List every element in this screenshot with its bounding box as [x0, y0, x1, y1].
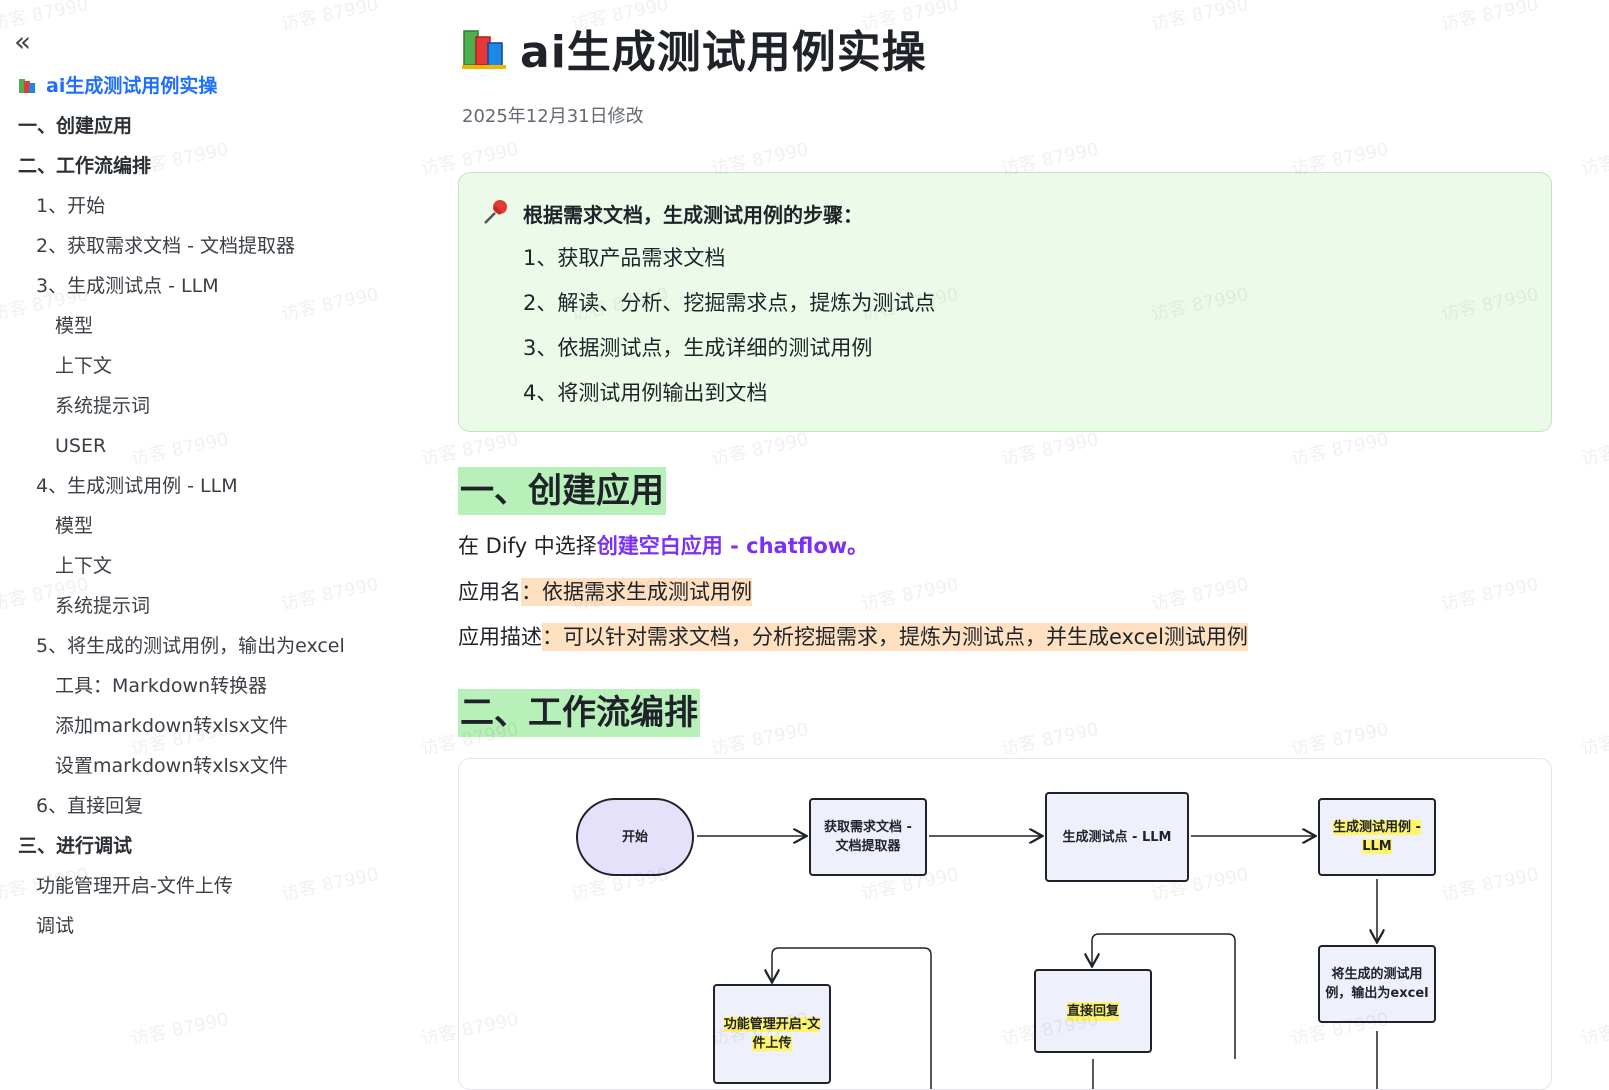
paragraph-app-desc: 应用描述：可以针对需求文档，分析挖掘需求，提炼为测试点，并生成excel测试用例: [458, 619, 1248, 655]
callout-heading: 根据需求文档，生成测试用例的步骤：: [523, 203, 863, 227]
node-label: 功能管理开启-文: [723, 1017, 821, 1032]
callout-step: 4、将测试用例输出到文档: [523, 381, 768, 405]
flow-node-start: 开始: [576, 798, 694, 876]
flow-node-testpoint-llm: 生成测试点 - LLM: [1045, 792, 1189, 882]
toc-item-context-2[interactable]: 上下文: [18, 546, 398, 586]
toc-item-system-prompt-2[interactable]: 系统提示词: [18, 586, 398, 626]
toc-item-add-markdown[interactable]: 添加markdown转xlsx文件: [18, 706, 398, 746]
callout-step: 2、解读、分析、挖掘需求点，提炼为测试点: [523, 291, 936, 315]
sidebar: « ai生成测试用例实操 一、创建应用 二、工作流编排 1、开始 2、获取需求文…: [0, 0, 420, 1080]
node-label: 例，输出为excel: [1325, 986, 1429, 1001]
page-title: ai生成测试用例实操: [460, 18, 927, 78]
toc-item-test-points[interactable]: 3、生成测试点 - LLM: [18, 266, 398, 306]
books-icon: [462, 30, 506, 69]
collapse-sidebar-icon[interactable]: «: [14, 28, 42, 56]
flow-node-direct-reply: 直接回复: [1034, 969, 1152, 1053]
flow-node-testcase-llm: 生成测试用例 - LLM: [1318, 798, 1436, 876]
toc-item-debug-section[interactable]: 三、进行调试: [18, 826, 398, 866]
toc-item-file-upload[interactable]: 功能管理开启-文件上传: [18, 866, 398, 906]
flow-node-excel-output: 将生成的测试用 例，输出为excel: [1318, 945, 1436, 1023]
toc-item-doc-extract[interactable]: 2、获取需求文档 - 文档提取器: [18, 226, 398, 266]
modified-date: 2025年12月31日修改: [462, 106, 644, 127]
callout-box: 根据需求文档，生成测试用例的步骤： 1、获取产品需求文档 2、解读、分析、挖掘需…: [458, 172, 1552, 432]
callout-step: 1、获取产品需求文档: [523, 246, 726, 270]
flow-node-doc-extractor: 获取需求文档 - 文档提取器: [809, 798, 927, 876]
page-title-text: ai生成测试用例实操: [520, 27, 927, 78]
node-label: 开始: [621, 829, 648, 845]
toc-item-label: ai生成测试用例实操: [46, 75, 218, 97]
toc-item-set-markdown[interactable]: 设置markdown转xlsx文件: [18, 746, 398, 786]
pushpin-icon: [484, 200, 507, 224]
node-label: LLM: [1362, 839, 1392, 854]
create-blank-app-link[interactable]: 创建空白应用 - chatflow。: [597, 534, 868, 558]
watermark-text: 访客 87990: [1579, 719, 1609, 761]
node-label: 直接回复: [1066, 1001, 1119, 1021]
node-label: 生成测试点 - LLM: [1062, 829, 1172, 845]
document-content: ai生成测试用例实操 2025年12月31日修改 根据需求文档，生成测试用例的步…: [458, 0, 1552, 1090]
watermark-text: 访客 87990: [1579, 429, 1609, 471]
node-label: 将生成的测试用: [1331, 967, 1423, 982]
toc-item-direct-reply[interactable]: 6、直接回复: [18, 786, 398, 826]
app-name-value: ：依据需求生成测试用例: [521, 578, 752, 606]
paragraph-app-name: 应用名：依据需求生成测试用例: [458, 574, 752, 610]
flow-node-file-upload: 功能管理开启-文 件上传: [713, 984, 831, 1084]
toc-item-context[interactable]: 上下文: [18, 346, 398, 386]
watermark-text: 访客 87990: [1579, 1009, 1609, 1051]
toc-item-excel-output[interactable]: 5、将生成的测试用例，输出为excel: [18, 626, 398, 666]
callout-steps: 1、获取产品需求文档 2、解读、分析、挖掘需求点，提炼为测试点 3、依据测试点，…: [523, 243, 935, 423]
watermark-text: 访客 87990: [1579, 139, 1609, 181]
heading-workflow: 二、工作流编排: [458, 689, 700, 737]
toc-item-debug[interactable]: 调试: [18, 906, 398, 946]
toc-item-user[interactable]: USER: [18, 426, 398, 466]
books-icon: [19, 79, 35, 93]
paragraph-select-app: 在 Dify 中选择创建空白应用 - chatflow。: [458, 528, 868, 564]
callout-step: 3、依据测试点，生成详细的测试用例: [523, 336, 873, 360]
node-label: 生成测试用例 -: [1333, 820, 1421, 835]
app-desc-label: 应用描述: [458, 625, 542, 649]
toc-item-start[interactable]: 1、开始: [18, 186, 398, 226]
toc-item-model-2[interactable]: 模型: [18, 506, 398, 546]
toc-item-model[interactable]: 模型: [18, 306, 398, 346]
paragraph-text: 在 Dify 中选择: [458, 534, 597, 558]
toc-item-create-app[interactable]: 一、创建应用: [18, 106, 398, 146]
node-label: 文档提取器: [835, 839, 901, 854]
toc-item-system-prompt[interactable]: 系统提示词: [18, 386, 398, 426]
heading-create-app: 一、创建应用: [458, 467, 666, 515]
toc-item-markdown-tool[interactable]: 工具：Markdown转换器: [18, 666, 398, 706]
node-label: 获取需求文档 -: [824, 820, 912, 835]
app-desc-value: ：可以针对需求文档，分析挖掘需求，提炼为测试点，并生成excel测试用例: [542, 623, 1248, 651]
app-name-label: 应用名: [458, 580, 521, 604]
node-label: 件上传: [752, 1036, 792, 1051]
workflow-diagram: 开始 获取需求文档 - 文档提取器 生成测试点 - LLM 生成测试用例 - LLM…: [458, 758, 1552, 1090]
toc-item-title[interactable]: ai生成测试用例实操: [18, 66, 398, 106]
table-of-contents: ai生成测试用例实操 一、创建应用 二、工作流编排 1、开始 2、获取需求文档 …: [18, 66, 398, 946]
toc-item-test-cases[interactable]: 4、生成测试用例 - LLM: [18, 466, 398, 506]
toc-item-workflow[interactable]: 二、工作流编排: [18, 146, 398, 186]
